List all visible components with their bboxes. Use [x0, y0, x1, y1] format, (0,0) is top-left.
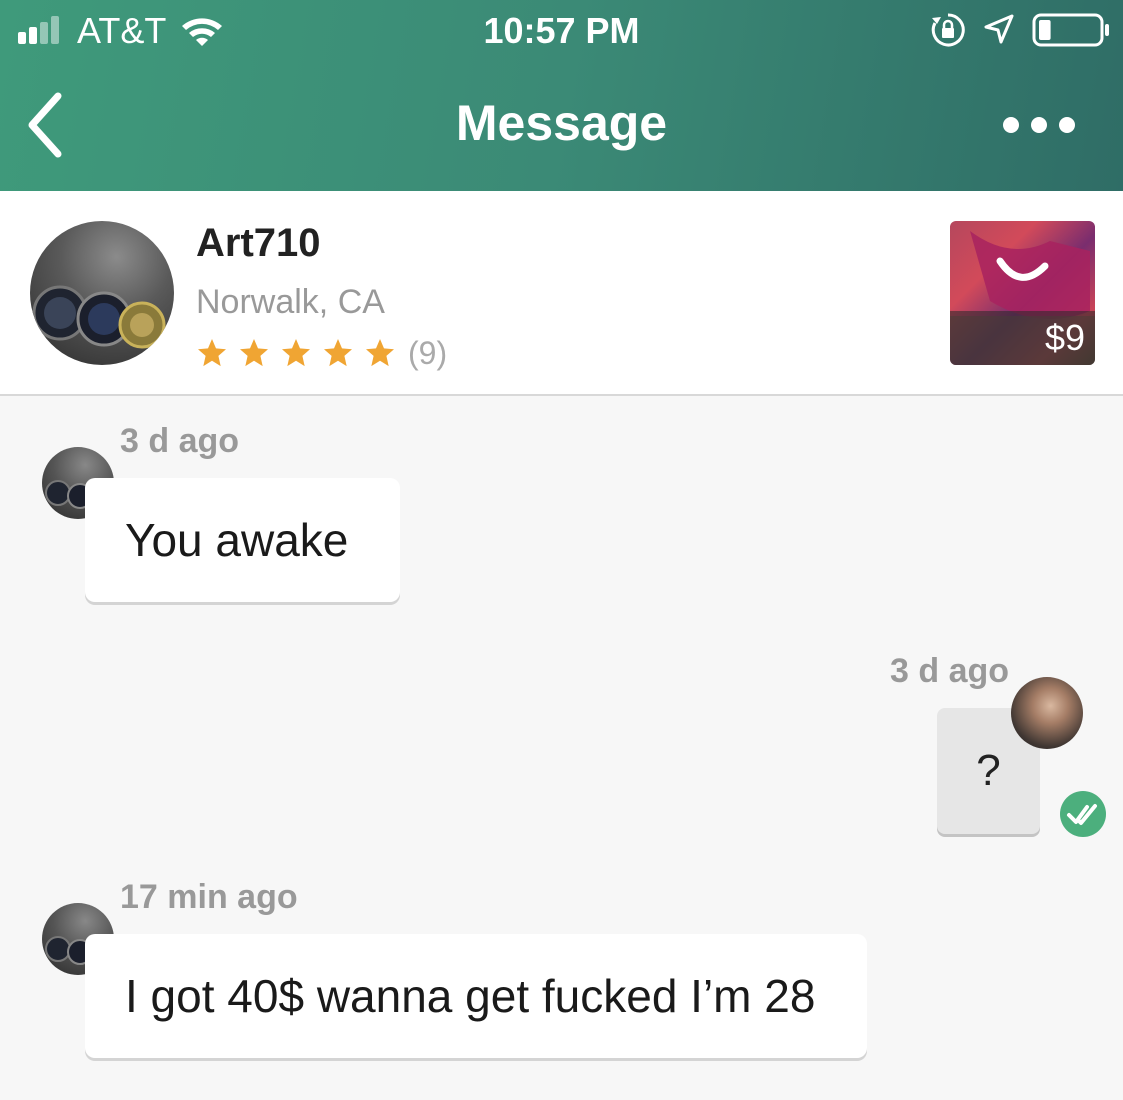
- read-receipt-check-icon: [1060, 791, 1106, 837]
- seller-avatar[interactable]: [30, 221, 174, 365]
- review-count: (9): [408, 334, 448, 371]
- message-text: You awake: [125, 514, 349, 566]
- star-icon: [282, 339, 310, 367]
- more-options-button[interactable]: [995, 105, 1085, 145]
- location-arrow-icon: [984, 14, 1014, 44]
- product-price: $9: [1044, 317, 1085, 358]
- seller-rating: (9): [196, 333, 447, 373]
- product-thumbnail[interactable]: $9: [950, 221, 1095, 365]
- message-timestamp: 3 d ago: [890, 652, 1010, 690]
- seller-location: Norwalk, CA: [196, 283, 385, 321]
- page-title: Message: [455, 95, 668, 151]
- message-text: ?: [976, 746, 1001, 795]
- message-timestamp: 3 d ago: [120, 422, 240, 460]
- star-icon: [324, 339, 352, 367]
- star-icon: [240, 339, 268, 367]
- user-avatar[interactable]: [1011, 677, 1083, 749]
- rotation-lock-icon: [931, 13, 965, 47]
- nav-bar: Message: [0, 70, 1123, 180]
- incoming-message-bubble[interactable]: You awake: [85, 478, 400, 602]
- star-icon: [366, 339, 394, 367]
- message-text: I got 40$ wanna get fucked I’m 28: [125, 970, 816, 1022]
- battery-icon: [1032, 13, 1109, 47]
- listing-card[interactable]: Art710 Norwalk, CA (9) $9: [0, 191, 1123, 396]
- star-icon: [198, 339, 226, 367]
- status-bar: AT&T 10:57 PM: [0, 0, 1123, 62]
- app-header: AT&T 10:57 PM Message: [0, 0, 1123, 191]
- seller-name[interactable]: Art710: [196, 221, 321, 266]
- message-timestamp: 17 min ago: [120, 878, 298, 916]
- watches-photo: [32, 285, 166, 349]
- incoming-message-bubble[interactable]: I got 40$ wanna get fucked I’m 28: [85, 934, 867, 1058]
